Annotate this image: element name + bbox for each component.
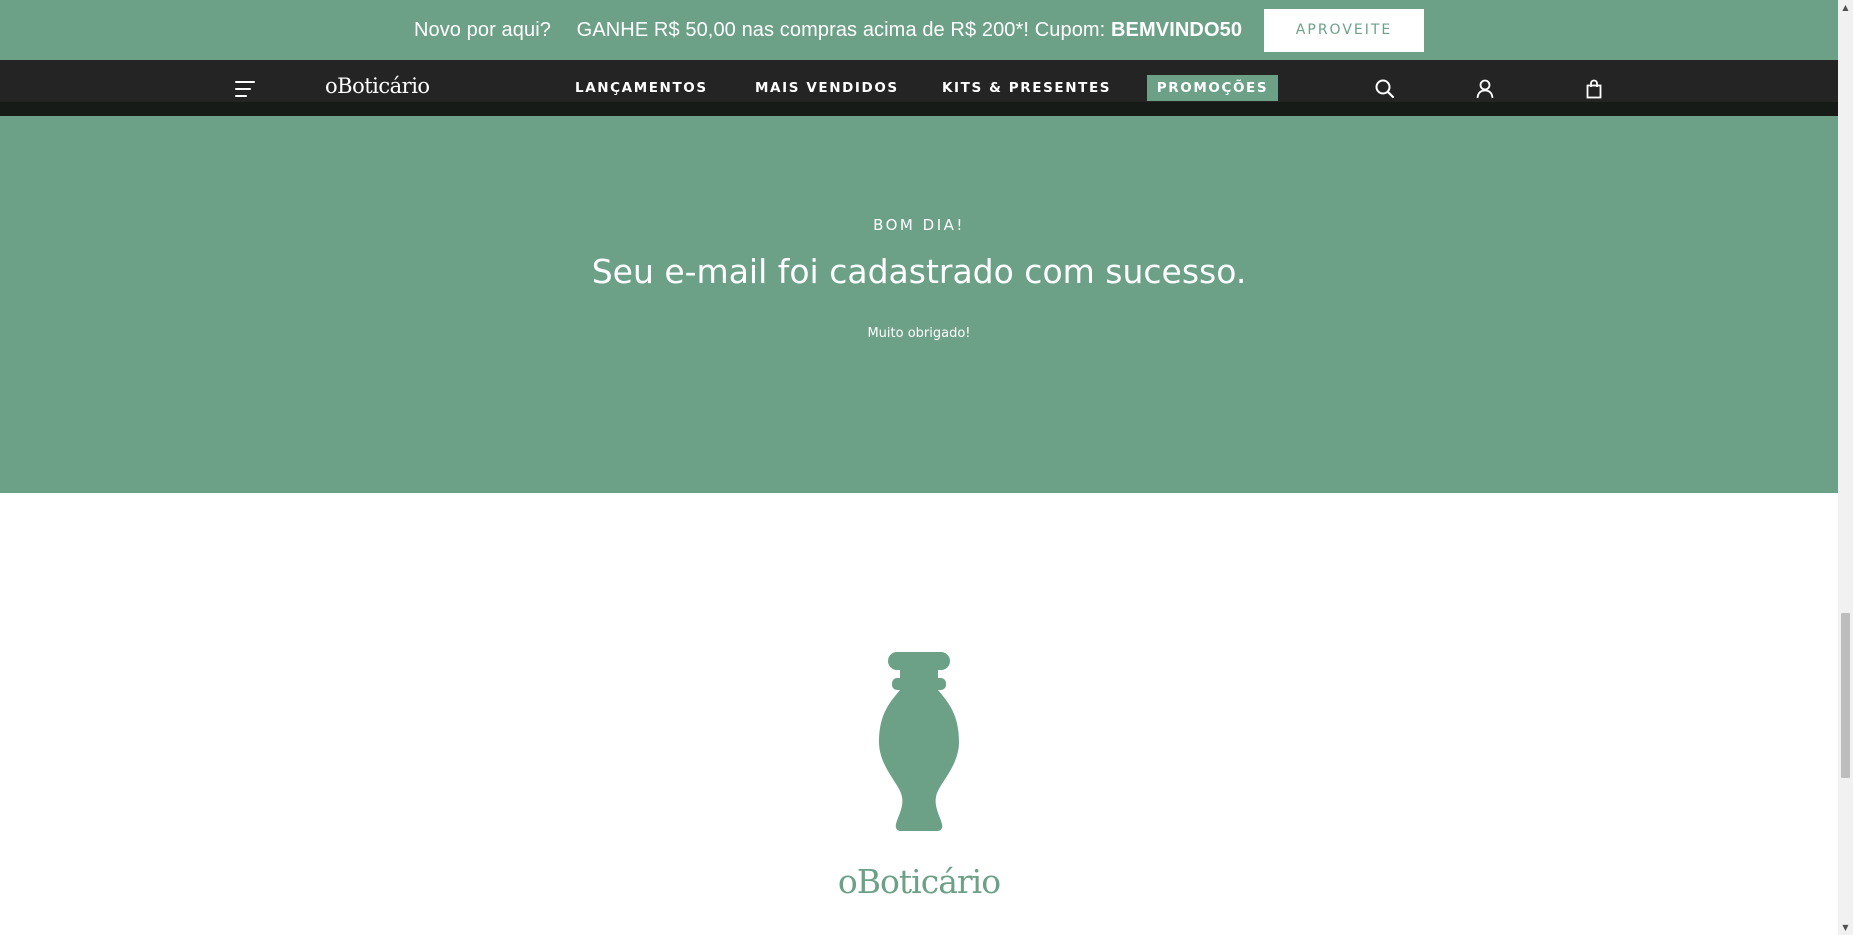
promo-bar: Novo por aqui? GANHE R$ 50,00 nas compra… [0,0,1838,60]
shopping-bag-icon[interactable] [1583,78,1605,100]
hero-subtitle: Muito obrigado! [867,326,971,341]
confirmation-hero: BOM DIA! Seu e-mail foi cadastrado com s… [0,116,1838,493]
scroll-up-arrow-icon[interactable]: ▲ [1838,0,1853,15]
promo-offer: GANHE R$ 50,00 nas compras acima de R$ 2… [576,18,1106,41]
nav-bar [0,60,1838,102]
promo-text: Novo por aqui? GANHE R$ 50,00 nas compra… [414,19,1242,42]
footer-logo[interactable]: oBoticário [0,862,1838,901]
user-icon[interactable] [1474,78,1496,100]
scrollbar-thumb[interactable] [1841,613,1850,778]
scrollbar[interactable]: ▲ ▼ [1838,0,1853,935]
hero-title: Seu e-mail foi cadastrado com sucesso. [591,252,1247,291]
search-icon[interactable] [1374,78,1396,100]
nav-link-mais-vendidos[interactable]: MAIS VENDIDOS [755,80,899,96]
promo-coupon-code: BEMVINDO50 [1111,18,1243,41]
perfume-bottle-icon [878,652,960,832]
nav-shadow [0,102,1838,116]
menu-icon[interactable] [235,80,255,98]
scroll-down-arrow-icon[interactable]: ▼ [1838,920,1853,935]
promo-cta-button[interactable]: APROVEITE [1264,8,1425,52]
hero-eyebrow: BOM DIA! [873,216,965,234]
nav-link-lancamentos[interactable]: LANÇAMENTOS [575,80,708,96]
nav-link-kits-presentes[interactable]: KITS & PRESENTES [942,80,1111,96]
promo-greeting: Novo por aqui? [413,18,551,41]
nav-link-promocoes[interactable]: PROMOÇÕES [1147,75,1278,101]
nav-logo[interactable]: oBoticário [325,74,430,98]
